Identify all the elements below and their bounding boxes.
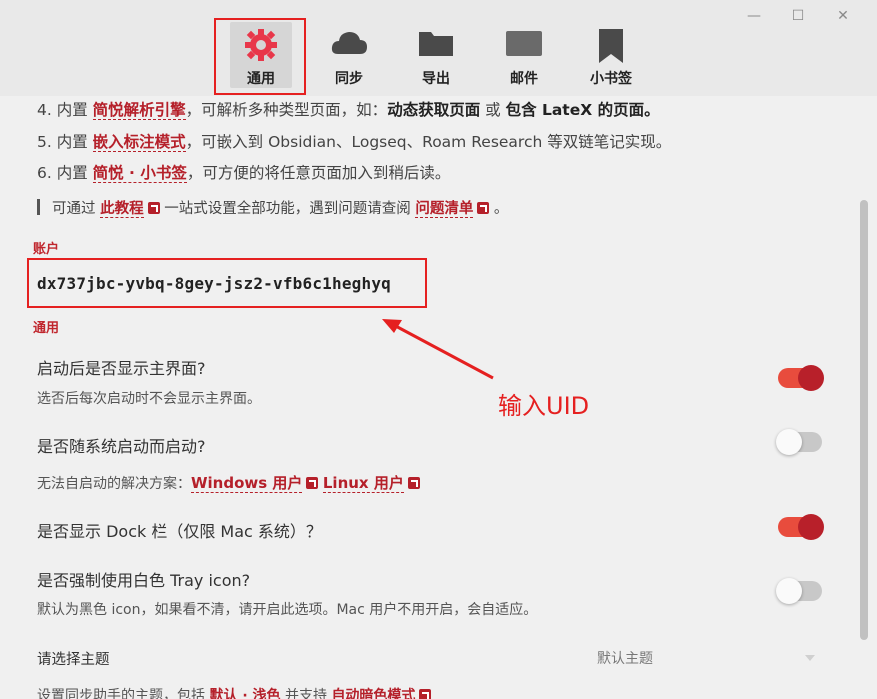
external-link-icon	[147, 202, 160, 214]
feature-link[interactable]: 简悦解析引擎	[92, 101, 186, 120]
account-section-label: 账户	[33, 242, 60, 257]
toggle-knob	[798, 514, 824, 540]
feature-strong: 包含 LateX 的页面	[505, 101, 645, 119]
external-link-icon	[419, 689, 432, 699]
theme-label: 请选择主题	[37, 652, 110, 668]
option-desc: 选否后每次启动时不会显示主界面。	[37, 391, 261, 407]
white-tray-icon-toggle[interactable]	[776, 578, 822, 604]
feature-strong: 动态获取页面	[387, 101, 481, 119]
feature-text: ，可嵌入到 Obsidian、Logseq、Roam Research 等双链笔…	[185, 133, 672, 151]
toggle-knob	[776, 578, 802, 604]
tip-text: 可通过 此教程 一站式设置全部功能，遇到问题请查阅 问题清单 。	[52, 197, 508, 218]
tip-marker	[37, 199, 40, 215]
tip-text-part: 。	[489, 201, 509, 217]
annotation-arrow	[382, 319, 494, 380]
external-link-icon	[477, 202, 490, 214]
windows-link[interactable]: Windows 用户	[191, 474, 303, 493]
feature-link[interactable]: 嵌入标注模式	[92, 133, 186, 152]
tip-text-part: 可通过	[52, 201, 101, 217]
option-title: 是否强制使用白色 Tray icon?	[37, 571, 251, 590]
autostart-toggle[interactable]	[776, 429, 822, 455]
tab-bookmarklet[interactable]: 小书签	[580, 22, 642, 88]
feature-text: 4. 内置	[37, 101, 93, 119]
cloud-icon	[331, 32, 367, 54]
option-title: 是否随系统启动而启动?	[37, 437, 206, 456]
minimize-button[interactable]: —	[744, 6, 764, 26]
theme-select-value: 默认主题	[597, 651, 653, 667]
tab-export[interactable]: 导出	[405, 22, 467, 88]
maximize-button[interactable]: ☐	[788, 6, 808, 26]
feature-item: 6. 内置 简悦 · 小书签，可方便的将任意页面加入到稍后读。	[37, 161, 450, 183]
settings-panel: 4. 内置 简悦解析引擎，可解析多种类型页面，如：动态获取页面 或 包含 Lat…	[0, 96, 860, 699]
feature-item: 5. 内置 嵌入标注模式，可嵌入到 Obsidian、Logseq、Roam R…	[37, 130, 671, 152]
chevron-down-icon	[805, 655, 815, 661]
feature-text: ，可解析多种类型页面，如：	[185, 101, 388, 119]
feature-text: 或	[480, 101, 506, 119]
tab-label: 邮件	[510, 71, 538, 87]
general-section-label: 通用	[33, 321, 60, 336]
mail-icon	[506, 31, 542, 56]
uid-field[interactable]: dx737jbc-yvbq-8gey-jsz2-vfb6c1heghyq	[37, 274, 391, 293]
option-title: 是否显示 Dock 栏（仅限 Mac 系统）？	[37, 522, 322, 541]
theme-desc-text: 并支持	[280, 688, 332, 699]
option-desc: 无法自启动的解决方案：Windows 用户 Linux 用户	[37, 472, 420, 493]
tab-label: 小书签	[590, 71, 632, 87]
highlight-box	[214, 18, 306, 95]
dark-mode-link[interactable]: 自动暗色模式	[331, 688, 416, 699]
feature-text: 5. 内置	[37, 133, 93, 151]
scrollbar[interactable]	[860, 200, 868, 640]
option-title: 启动后是否显示主界面?	[37, 359, 206, 378]
theme-desc-text: 设置同步助手的主题，包括	[37, 688, 210, 699]
tab-label: 导出	[422, 71, 450, 87]
dock-toggle[interactable]	[778, 514, 824, 540]
show-main-window-toggle[interactable]	[778, 365, 824, 391]
tip-text-part: 一站式设置全部功能，遇到问题请查阅	[159, 201, 416, 217]
tab-sync[interactable]: 同步	[318, 22, 380, 88]
tutorial-link[interactable]: 此教程	[100, 201, 144, 218]
theme-desc: 设置同步助手的主题，包括 默认 · 浅色 并支持 自动暗色模式	[37, 685, 432, 699]
toggle-knob	[798, 365, 824, 391]
option-desc-text: 无法自启动的解决方案：	[37, 476, 191, 492]
external-link-icon	[306, 477, 319, 489]
tab-label: 同步	[335, 71, 363, 87]
tab-mail[interactable]: 邮件	[493, 22, 555, 88]
feature-text: 。	[644, 101, 660, 119]
faq-link[interactable]: 问题清单	[415, 201, 474, 218]
feature-item: 4. 内置 简悦解析引擎，可解析多种类型页面，如：动态获取页面 或 包含 Lat…	[37, 98, 660, 120]
linux-link[interactable]: Linux 用户	[322, 474, 404, 493]
option-desc: 默认为黑色 icon，如果看不清，请开启此选项。Mac 用户不用开启，会自适应。	[37, 602, 538, 618]
feature-link[interactable]: 简悦 · 小书签	[92, 164, 187, 183]
theme-select[interactable]: 默认主题	[597, 648, 819, 670]
theme-default-link[interactable]: 默认 · 浅色	[209, 688, 281, 699]
bookmark-icon	[599, 29, 623, 63]
feature-text: ，可方便的将任意页面加入到稍后读。	[186, 164, 451, 182]
toggle-knob	[776, 429, 802, 455]
annotation-text: 输入UID	[498, 392, 590, 420]
close-button[interactable]: ✕	[833, 6, 853, 26]
external-link-icon	[407, 477, 420, 489]
feature-text: 6. 内置	[37, 164, 93, 182]
toolbar: — ☐ ✕ 通用 同步 导出 邮件 小书签	[0, 0, 877, 96]
folder-icon	[419, 32, 453, 56]
